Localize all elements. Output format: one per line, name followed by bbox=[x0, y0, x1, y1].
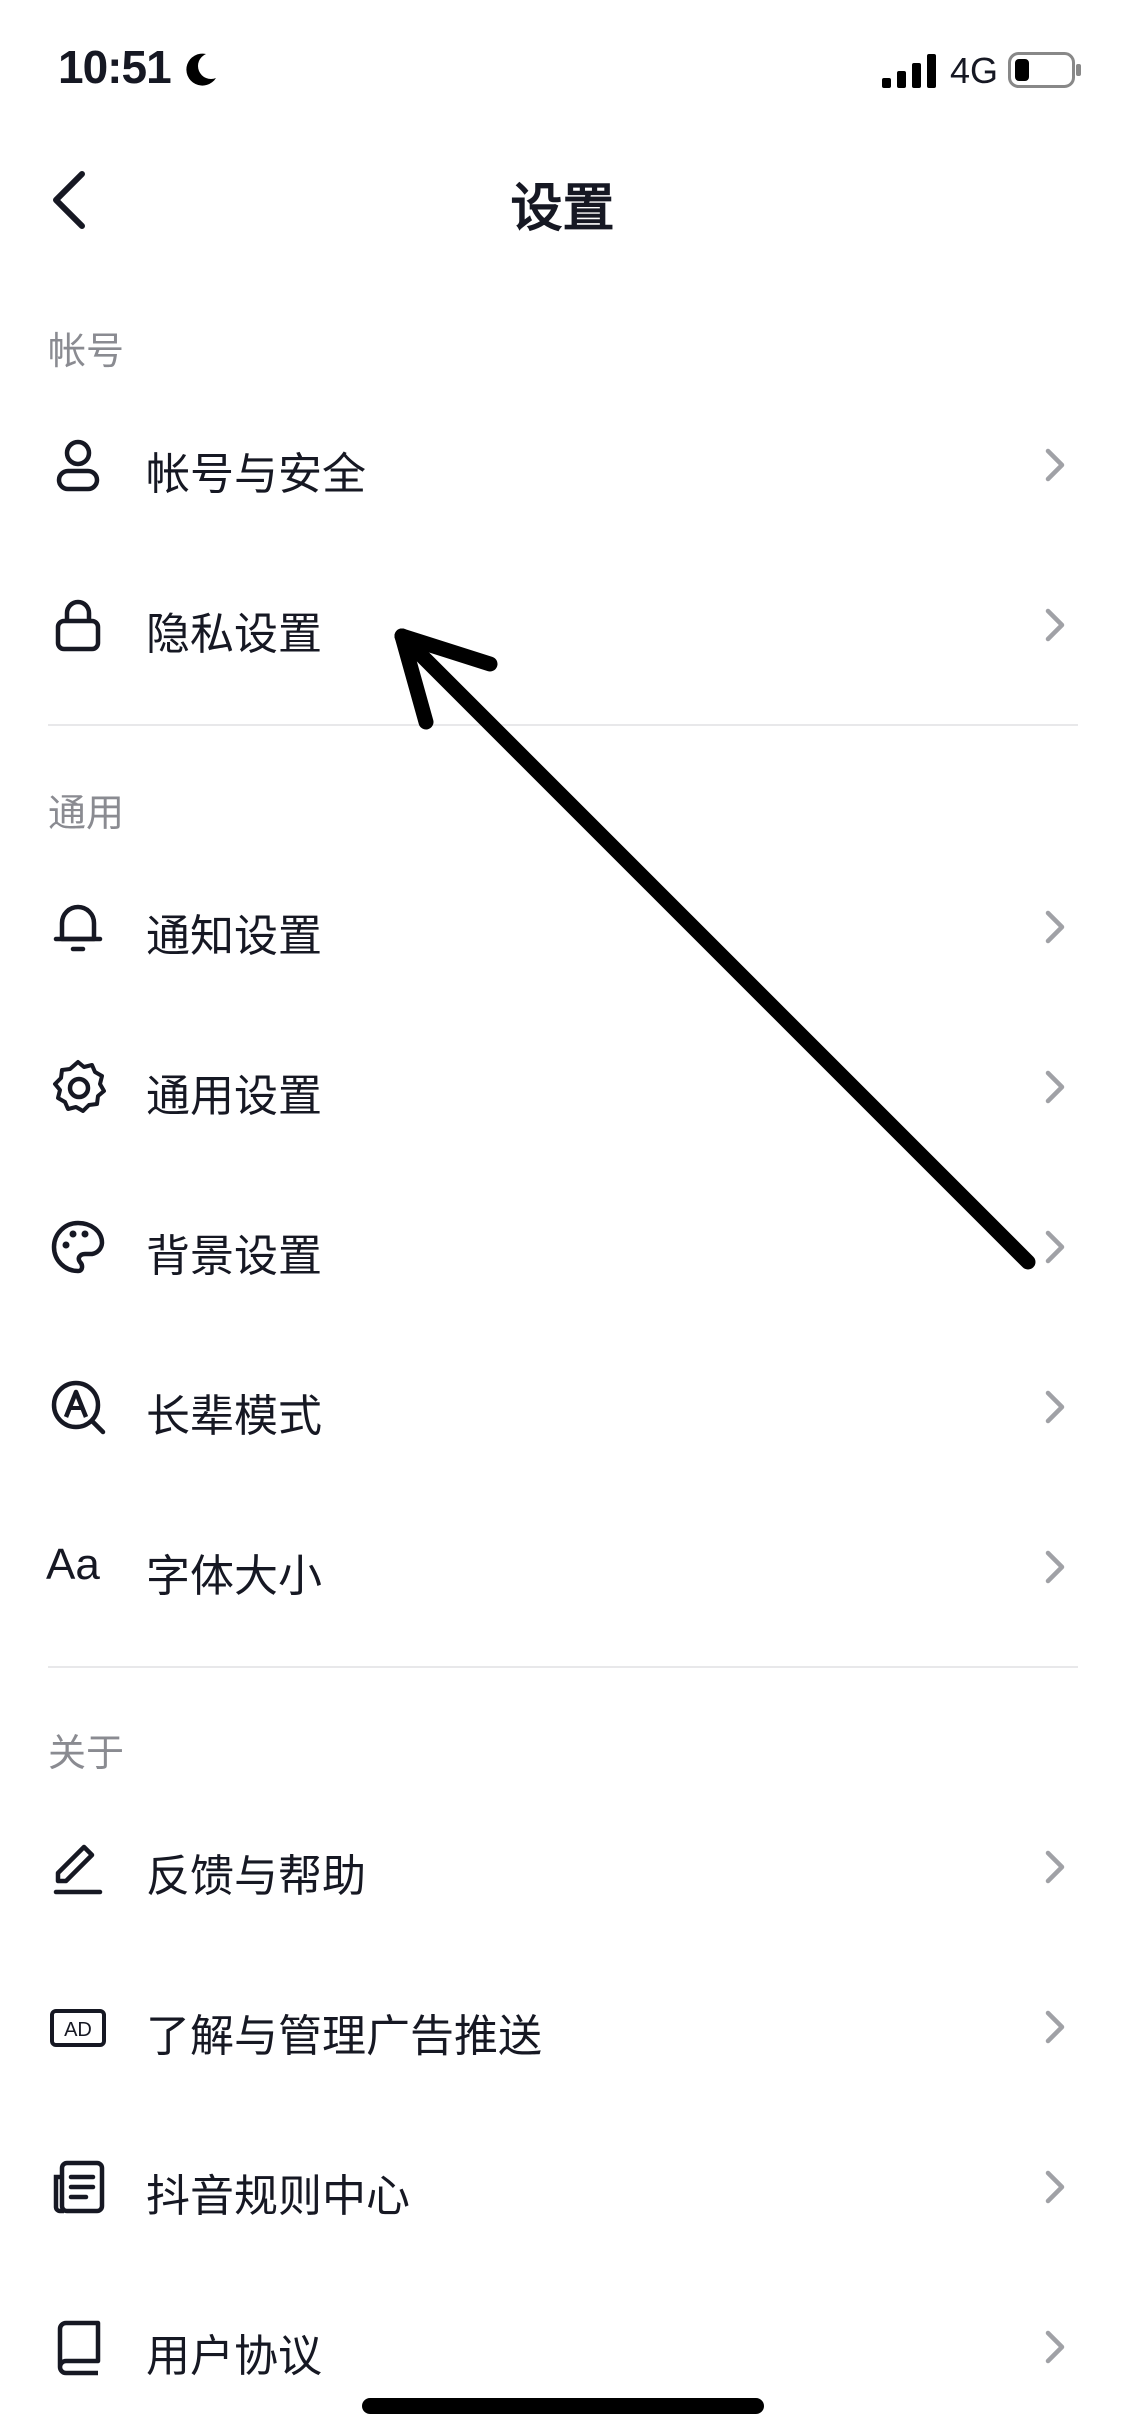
chevron-right-icon bbox=[1040, 2167, 1070, 2207]
section-header-about: 关于 bbox=[48, 1731, 125, 1775]
edit-icon bbox=[48, 1837, 108, 1897]
settings-item-account-security[interactable]: 帐号与安全 bbox=[0, 390, 1125, 540]
settings-item-label: 反馈与帮助 bbox=[146, 1851, 366, 1902]
section-divider bbox=[48, 724, 1078, 726]
chevron-right-icon bbox=[1040, 1067, 1070, 1107]
chevron-right-icon bbox=[1040, 605, 1070, 645]
chevron-right-icon bbox=[1040, 907, 1070, 947]
ad-icon-text: AD bbox=[64, 2019, 92, 2041]
book-icon bbox=[48, 2317, 108, 2377]
settings-item-label: 隐私设置 bbox=[146, 609, 322, 660]
ad-icon: AD bbox=[48, 1997, 108, 2057]
settings-item-label: 用户协议 bbox=[146, 2331, 322, 2382]
settings-item-ad-management[interactable]: AD 了解与管理广告推送 bbox=[0, 1952, 1125, 2102]
section-divider bbox=[48, 1666, 1078, 1668]
chevron-right-icon bbox=[1040, 2007, 1070, 2047]
chevron-right-icon bbox=[1040, 445, 1070, 485]
elder-mode-icon bbox=[48, 1377, 108, 1437]
bell-icon bbox=[48, 897, 108, 957]
settings-screen: 10:51 4G 设置 帐号 帐号与安全 隐私设置 通用 通知设置 通用设置 背… bbox=[0, 0, 1125, 2436]
battery-icon bbox=[1008, 52, 1082, 88]
user-icon bbox=[48, 435, 108, 495]
chevron-right-icon bbox=[1040, 2327, 1070, 2367]
font-size-icon: Aa bbox=[46, 1540, 100, 1589]
section-header-general: 通用 bbox=[48, 791, 125, 835]
network-type: 4G bbox=[950, 50, 999, 91]
gear-icon bbox=[48, 1057, 108, 1117]
moon-icon bbox=[180, 50, 220, 90]
document-icon bbox=[48, 2157, 108, 2217]
status-bar: 10:51 4G bbox=[0, 0, 1125, 130]
signal-icon bbox=[882, 54, 938, 88]
section-header-account: 帐号 bbox=[48, 329, 125, 373]
settings-item-background[interactable]: 背景设置 bbox=[0, 1172, 1125, 1322]
settings-item-label: 抖音规则中心 bbox=[146, 2171, 410, 2222]
settings-item-notifications[interactable]: 通知设置 bbox=[0, 852, 1125, 1002]
home-indicator[interactable] bbox=[362, 2398, 764, 2414]
settings-item-label: 通用设置 bbox=[146, 1071, 322, 1122]
chevron-right-icon bbox=[1040, 1847, 1070, 1887]
palette-icon bbox=[48, 1217, 108, 1277]
settings-item-label: 帐号与安全 bbox=[146, 449, 366, 500]
settings-item-label: 通知设置 bbox=[146, 911, 322, 962]
settings-item-general[interactable]: 通用设置 bbox=[0, 1012, 1125, 1162]
lock-icon bbox=[48, 595, 108, 655]
settings-item-feedback[interactable]: 反馈与帮助 bbox=[0, 1792, 1125, 1942]
page-title: 设置 bbox=[510, 179, 615, 239]
settings-item-label: 了解与管理广告推送 bbox=[146, 2011, 542, 2062]
chevron-right-icon bbox=[1040, 1547, 1070, 1587]
settings-item-elder-mode[interactable]: 长辈模式 bbox=[0, 1332, 1125, 1482]
status-time: 10:51 bbox=[58, 41, 172, 93]
settings-item-label: 字体大小 bbox=[146, 1551, 322, 1602]
settings-item-rules-center[interactable]: 抖音规则中心 bbox=[0, 2112, 1125, 2262]
settings-item-font-size[interactable]: Aa 字体大小 bbox=[0, 1492, 1125, 1642]
settings-item-label: 长辈模式 bbox=[146, 1391, 322, 1442]
settings-item-label: 背景设置 bbox=[146, 1231, 322, 1282]
chevron-right-icon bbox=[1040, 1387, 1070, 1427]
chevron-right-icon bbox=[1040, 1227, 1070, 1267]
settings-item-privacy[interactable]: 隐私设置 bbox=[0, 550, 1125, 700]
